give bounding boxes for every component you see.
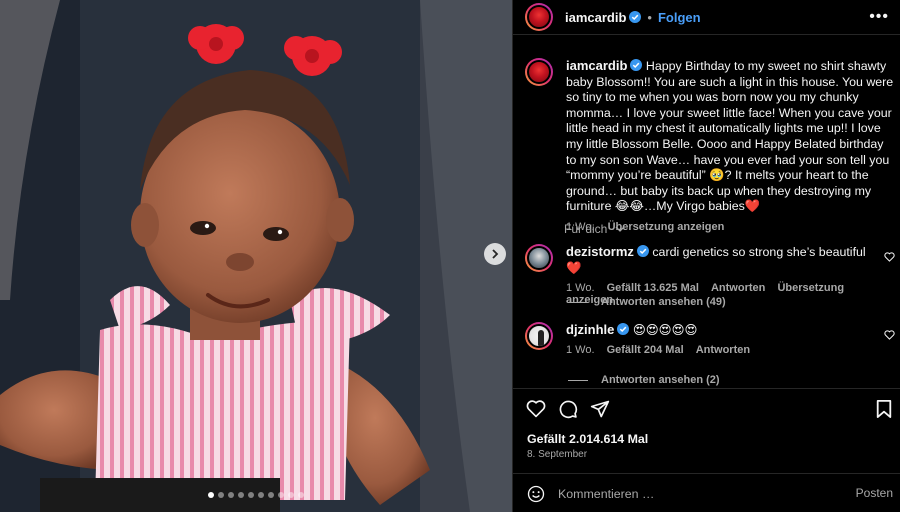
post-caption: iamcardib Happy Birthday to my sweet no … — [525, 58, 895, 233]
carousel-dot — [278, 492, 284, 498]
avatar[interactable] — [525, 58, 553, 86]
view-replies-label: Antworten ansehen (49) — [601, 296, 726, 308]
separator-dot: • — [647, 9, 652, 25]
comment-composer: Posten — [513, 473, 900, 512]
carousel-dot — [208, 492, 214, 498]
comment-likes[interactable]: Gefällt 13.625 Mal — [607, 282, 699, 294]
view-replies-button[interactable]: Antworten ansehen (49) — [568, 296, 726, 308]
view-replies-label: Antworten ansehen (2) — [601, 374, 720, 386]
post-comment-button[interactable]: Posten — [856, 486, 893, 500]
post-header: iamcardib • Folgen ••• — [513, 0, 900, 35]
comments-scroll-area[interactable]: iamcardib Happy Birthday to my sweet no … — [513, 36, 900, 388]
heart-icon[interactable] — [526, 399, 546, 418]
avatar[interactable] — [525, 244, 553, 272]
chevron-right-icon — [492, 249, 499, 259]
verified-badge-icon — [636, 245, 649, 257]
comment-username[interactable]: djzinhle — [566, 322, 614, 337]
heart-outline-icon[interactable] — [884, 252, 895, 262]
verified-badge-icon — [629, 11, 642, 23]
avatar[interactable] — [525, 322, 553, 350]
comment-icon[interactable] — [558, 399, 578, 419]
carousel-dot — [228, 492, 234, 498]
header-username[interactable]: iamcardib — [565, 10, 626, 25]
verified-badge-icon — [617, 323, 630, 335]
share-icon[interactable] — [590, 399, 610, 419]
carousel-dot — [238, 492, 244, 498]
translate-link[interactable]: Übersetzung anzeigen — [608, 221, 725, 233]
photo-illustration — [0, 0, 512, 512]
caption-username[interactable]: iamcardib — [566, 58, 627, 73]
carousel-dot — [258, 492, 264, 498]
comment-time: 1 Wo. — [566, 282, 595, 294]
caption-text: Happy Birthday to my sweet no shirt shaw… — [566, 59, 894, 214]
post-photo[interactable] — [0, 0, 512, 512]
carousel-next-button[interactable] — [484, 243, 506, 265]
avatar[interactable] — [525, 3, 553, 31]
carousel-dot — [268, 492, 274, 498]
for-you-label: Für dich — [564, 222, 608, 236]
carousel-dots — [0, 492, 512, 498]
reply-button[interactable]: Antworten — [696, 344, 750, 356]
likes-count[interactable]: Gefällt 2.014.614 Mal — [527, 432, 648, 446]
carousel-dot — [218, 492, 224, 498]
bookmark-icon[interactable] — [875, 399, 893, 419]
for-you-filter[interactable]: Für dich — [564, 222, 625, 236]
chevron-down-icon — [615, 226, 625, 232]
post-actions: Gefällt 2.014.614 Mal 8. September Poste… — [513, 388, 900, 512]
carousel-dot — [288, 492, 294, 498]
comment-username[interactable]: dezistormz — [566, 244, 634, 259]
carousel-dot — [298, 492, 304, 498]
carousel-dot — [248, 492, 254, 498]
comment-input[interactable] — [558, 486, 828, 501]
emoji-icon[interactable] — [527, 485, 545, 503]
post-date: 8. September — [527, 449, 588, 460]
reply-button[interactable]: Antworten — [711, 282, 765, 294]
comment-time: 1 Wo. — [566, 344, 595, 356]
heart-outline-icon[interactable] — [884, 330, 895, 340]
comment-likes[interactable]: Gefällt 204 Mal — [607, 344, 684, 356]
comment-text: 😍😍😍😍😍 — [632, 323, 698, 337]
post-details-panel: iamcardib • Folgen ••• iamcardib Happy B… — [512, 0, 900, 512]
follow-button[interactable]: Folgen — [658, 10, 701, 25]
view-replies-button[interactable]: Antworten ansehen (2) — [568, 374, 720, 386]
comment-item: djzinhle 😍😍😍😍😍 1 Wo. Gefällt 204 Mal Ant… — [525, 322, 900, 356]
verified-badge-icon — [630, 59, 643, 71]
more-options-icon[interactable]: ••• — [869, 9, 889, 25]
